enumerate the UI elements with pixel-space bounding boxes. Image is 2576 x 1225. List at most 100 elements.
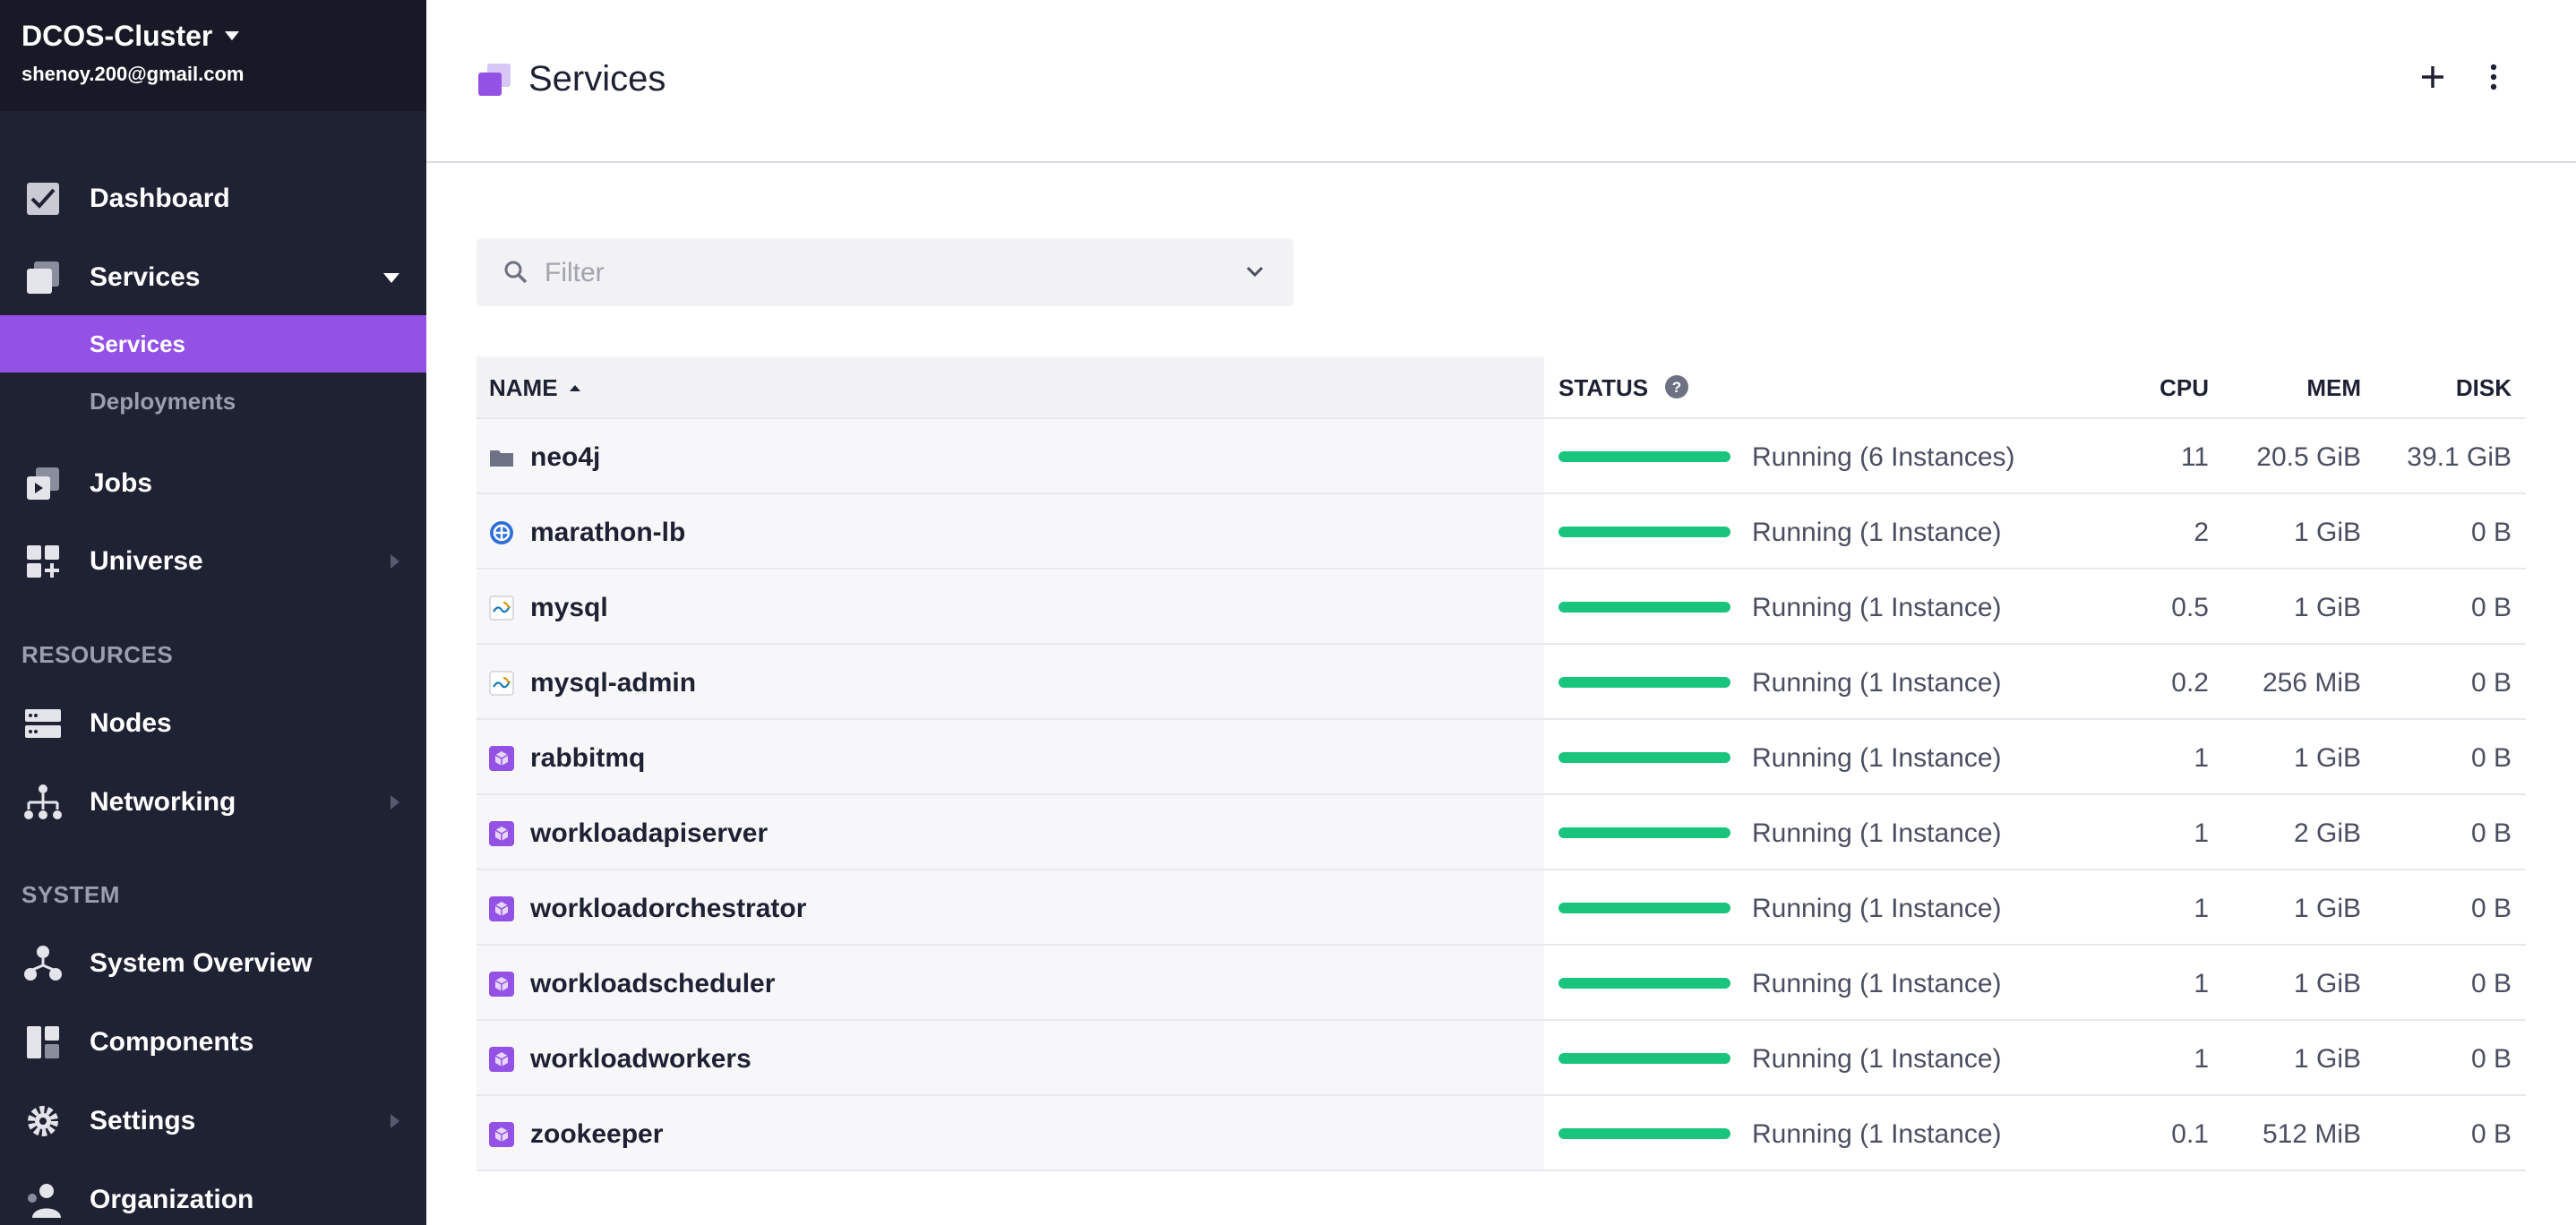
service-cube-icon — [489, 746, 514, 771]
sidebar-item-label: Nodes — [90, 708, 172, 738]
table-row[interactable]: mysql-admin Running (1 Instance) 0.2 256… — [477, 645, 2526, 720]
mem-value: 1 GiB — [2293, 894, 2361, 923]
more-vertical-icon — [2490, 64, 2497, 90]
name-column-header[interactable]: NAME — [477, 356, 1544, 417]
name-cell: workloadworkers — [477, 1021, 1544, 1094]
sidebar-item-system-overview[interactable]: System Overview — [0, 937, 426, 990]
sidebar-item-services[interactable]: Services — [0, 251, 426, 304]
disk-value: 0 B — [2470, 969, 2512, 998]
chevron-down-icon[interactable] — [1245, 263, 1265, 279]
disk-value: 0 B — [2470, 593, 2512, 622]
cluster-header[interactable]: DCOS-Cluster shenoy.200@gmail.com — [0, 0, 426, 111]
service-name-link[interactable]: zookeeper — [530, 1119, 663, 1150]
sidebar-item-components[interactable]: Components — [0, 1015, 426, 1069]
add-service-button[interactable] — [2415, 59, 2451, 95]
column-header-cpu[interactable]: CPU — [2160, 374, 2209, 402]
column-header-name: NAME — [489, 374, 558, 401]
sidebar-item-nodes[interactable]: Nodes — [0, 697, 426, 750]
marathon-lb-icon — [490, 521, 513, 544]
mysql-icon — [489, 671, 514, 696]
column-header-status[interactable]: STATUS — [1558, 374, 1648, 402]
services-table: NAME STATUS ? CPU MEM DISK neo4j Running… — [477, 356, 2526, 1171]
filter-bar[interactable] — [477, 238, 1293, 308]
service-name-link[interactable]: marathon-lb — [530, 518, 685, 548]
svg-text:?: ? — [1672, 379, 1681, 396]
nodes-icon — [25, 709, 61, 738]
service-name-link[interactable]: rabbitmq — [530, 743, 645, 774]
section-label-resources: RESOURCES — [21, 641, 174, 668]
service-name-link[interactable]: neo4j — [530, 442, 600, 473]
sidebar-item-jobs[interactable]: Jobs — [0, 457, 426, 510]
cluster-name[interactable]: DCOS-Cluster — [21, 20, 405, 52]
mem-value: 1 GiB — [2293, 969, 2361, 998]
cpu-value: 1 — [2194, 969, 2209, 998]
cpu-value: 1 — [2194, 818, 2209, 848]
table-row[interactable]: workloadapiserver Running (1 Instance) 1… — [477, 795, 2526, 870]
table-row[interactable]: workloadscheduler Running (1 Instance) 1… — [477, 946, 2526, 1021]
sidebar-subitem-label: Deployments — [90, 387, 236, 415]
service-name-link[interactable]: mysql-admin — [530, 668, 696, 698]
cpu-value: 11 — [2180, 442, 2209, 472]
name-cell: marathon-lb — [477, 494, 1544, 568]
service-name-link[interactable]: workloadorchestrator — [530, 894, 806, 924]
help-icon[interactable]: ? — [1664, 374, 1689, 399]
status-text: Running (1 Instance) — [1752, 969, 2002, 998]
sidebar-item-settings[interactable]: Settings — [0, 1094, 426, 1148]
cpu-value: 1 — [2194, 1044, 2209, 1074]
table-row[interactable]: mysql Running (1 Instance) 0.5 1 GiB 0 B — [477, 570, 2526, 645]
system-overview-icon — [24, 946, 62, 981]
table-row[interactable]: workloadorchestrator Running (1 Instance… — [477, 870, 2526, 946]
sidebar-item-label: System Overview — [90, 948, 313, 978]
disk-value: 0 B — [2470, 518, 2512, 547]
status-progress-bar — [1558, 903, 1730, 913]
name-cell: workloadapiserver — [477, 795, 1544, 869]
chevron-right-icon[interactable] — [391, 1114, 399, 1128]
sidebar-item-label: Dashboard — [90, 184, 230, 213]
caret-down-icon[interactable] — [383, 272, 399, 283]
sidebar-item-dashboard[interactable]: Dashboard — [0, 172, 426, 226]
table-row[interactable]: marathon-lb Running (1 Instance) 2 1 GiB… — [477, 494, 2526, 570]
cpu-value: 1 — [2194, 743, 2209, 773]
sidebar-item-universe[interactable]: Universe — [0, 535, 426, 588]
service-name-link[interactable]: mysql — [530, 593, 608, 623]
organization-icon — [28, 1184, 61, 1218]
name-cell: workloadscheduler — [477, 946, 1544, 1019]
table-row[interactable]: neo4j Running (6 Instances) 11 20.5 GiB … — [477, 419, 2526, 494]
cluster-name-label: DCOS-Cluster — [21, 20, 213, 52]
name-cell: mysql — [477, 570, 1544, 643]
services-icon — [27, 261, 59, 294]
service-name-link[interactable]: workloadapiserver — [530, 818, 768, 849]
service-name-link[interactable]: workloadworkers — [530, 1044, 751, 1075]
status-text: Running (1 Instance) — [1752, 668, 2002, 698]
main-content: Services Filter NAME STATUS ? CPU MEM DI… — [426, 0, 2576, 1225]
mem-value: 256 MiB — [2262, 668, 2361, 698]
status-progress-bar — [1558, 1053, 1730, 1064]
mysql-icon — [489, 595, 514, 621]
sidebar-item-organization[interactable]: Organization — [0, 1173, 426, 1225]
page-title: Services — [528, 59, 666, 99]
mem-value: 1 GiB — [2293, 743, 2361, 773]
page-header: Services — [426, 0, 2576, 163]
disk-value: 0 B — [2470, 668, 2512, 698]
sidebar-item-networking[interactable]: Networking — [0, 775, 426, 829]
networking-icon — [24, 784, 62, 819]
name-cell: workloadorchestrator — [477, 870, 1544, 944]
status-progress-bar — [1558, 752, 1730, 763]
table-row[interactable]: workloadworkers Running (1 Instance) 1 1… — [477, 1021, 2526, 1096]
cpu-value: 1 — [2194, 894, 2209, 923]
chevron-right-icon[interactable] — [391, 554, 399, 569]
sidebar-subitem-services[interactable]: Services — [0, 315, 426, 373]
table-row[interactable]: rabbitmq Running (1 Instance) 1 1 GiB 0 … — [477, 720, 2526, 795]
service-name-link[interactable]: workloadscheduler — [530, 969, 775, 999]
more-options-button[interactable] — [2476, 59, 2512, 95]
chevron-right-icon[interactable] — [391, 795, 399, 810]
universe-icon — [27, 545, 59, 578]
column-header-disk[interactable]: DISK — [2456, 374, 2512, 402]
name-cell: rabbitmq — [477, 720, 1544, 793]
filter-input[interactable] — [543, 238, 1209, 308]
sidebar: DCOS-Cluster shenoy.200@gmail.com Dashbo… — [0, 0, 426, 1225]
column-header-mem[interactable]: MEM — [2306, 374, 2361, 402]
table-row[interactable]: zookeeper Running (1 Instance) 0.1 512 M… — [477, 1096, 2526, 1171]
disk-value: 0 B — [2470, 894, 2512, 923]
sidebar-subitem-deployments[interactable]: Deployments — [0, 373, 426, 430]
